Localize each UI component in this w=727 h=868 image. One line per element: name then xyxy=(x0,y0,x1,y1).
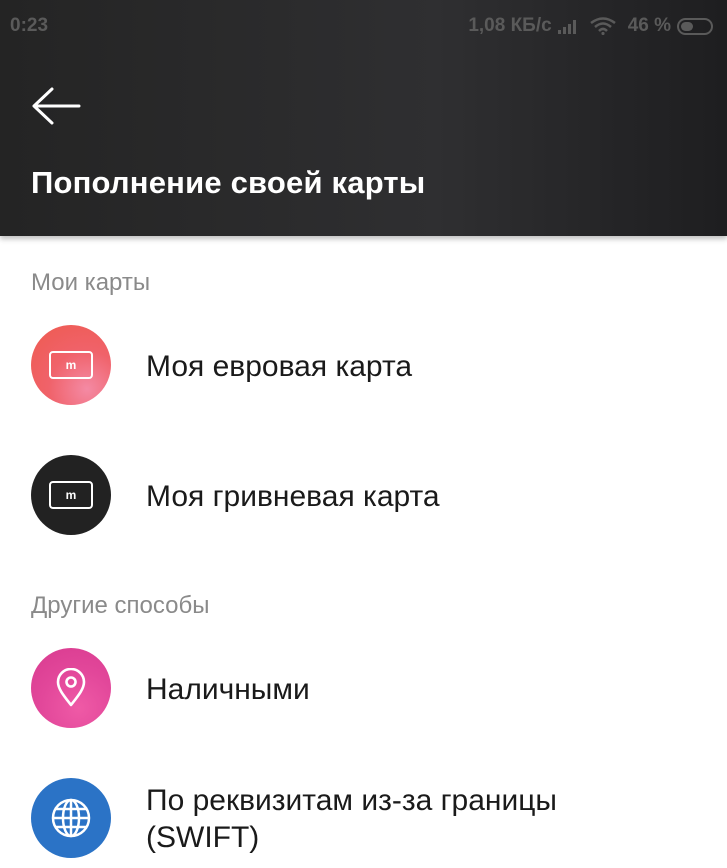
wifi-icon xyxy=(589,17,616,35)
list-item-label: Моя евровая карта xyxy=(146,350,413,383)
section-my-cards: Мои карты xyxy=(31,269,151,296)
label-line-1: По реквизитам из-за границы xyxy=(146,784,557,817)
card-glyph: m xyxy=(49,481,93,509)
battery-icon xyxy=(677,17,713,35)
signal-icon xyxy=(557,18,578,34)
card-icon: m xyxy=(31,325,111,405)
page-title: Пополнение своей карты xyxy=(31,165,426,200)
status-indicators: 1,08 КБ/с 46 % xyxy=(468,15,713,37)
list-item-label: Моя гривневая карта xyxy=(146,480,440,513)
list-item-uah-card[interactable]: m Моя гривневая карта xyxy=(0,445,727,545)
network-speed: 1,08 КБ/с xyxy=(468,15,552,36)
list-item-label: По реквизитам из-за границы (SWIFT) xyxy=(146,782,557,856)
card-icon: m xyxy=(31,455,111,535)
list-item-label: Наличными xyxy=(146,673,310,706)
arrow-left-icon[interactable] xyxy=(30,86,82,126)
globe-glyph xyxy=(51,798,91,838)
label-line-2: (SWIFT) xyxy=(146,821,260,854)
battery-percent: 46 % xyxy=(627,15,671,36)
globe-icon xyxy=(31,778,111,858)
app-header: 0:23 1,08 КБ/с 46 % Пополнение своей кар… xyxy=(0,0,727,236)
list-item-swift[interactable]: По реквизитам из-за границы (SWIFT) xyxy=(0,768,727,868)
status-bar: 0:23 1,08 КБ/с 46 % xyxy=(0,0,727,52)
section-other-methods: Другие способы xyxy=(31,592,210,619)
location-pin-icon xyxy=(31,648,111,728)
list-item-euro-card[interactable]: m Моя евровая карта xyxy=(0,315,727,415)
card-glyph: m xyxy=(49,351,93,379)
list-item-cash[interactable]: Наличными xyxy=(0,638,727,738)
status-time: 0:23 xyxy=(10,15,49,36)
pin-glyph xyxy=(56,668,86,707)
